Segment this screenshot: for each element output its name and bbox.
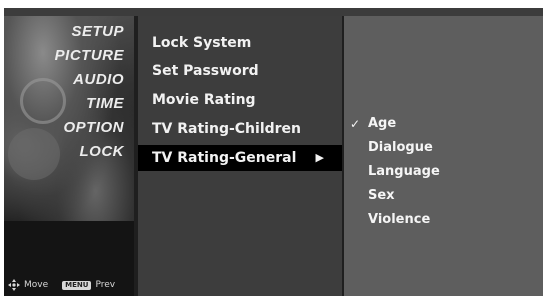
submenu-item-label: Movie Rating <box>152 92 256 108</box>
submenu-item-label: TV Rating-Children <box>152 121 302 137</box>
option-age[interactable]: ✓ Age <box>344 112 543 136</box>
menu-item-option[interactable]: OPTION <box>55 116 124 140</box>
submenu-item-tv-rating-children[interactable]: TV Rating-Children <box>138 116 342 142</box>
menu-key-icon: MENU <box>62 280 92 290</box>
move-hint-label: Move <box>24 280 49 290</box>
option-label: Violence <box>368 212 431 227</box>
main-menu: SETUP PICTURE AUDIO TIME OPTION LOCK Mov… <box>4 16 134 296</box>
option-label: Language <box>368 164 440 179</box>
navigation-hint: Move MENU Prev <box>8 278 134 292</box>
submenu-item-label: TV Rating-General <box>152 150 297 166</box>
menu-item-setup[interactable]: SETUP <box>55 20 124 44</box>
submenu-item-tv-rating-general[interactable]: TV Rating-General ▶ <box>138 145 342 171</box>
option-dialogue[interactable]: Dialogue <box>344 136 543 160</box>
prev-hint-label: Prev <box>95 280 116 290</box>
submenu-item-movie-rating[interactable]: Movie Rating <box>138 87 342 113</box>
check-icon: ✓ <box>350 117 361 131</box>
option-sex[interactable]: Sex <box>344 184 543 208</box>
option-label: Age <box>368 116 397 131</box>
menu-item-lock[interactable]: LOCK <box>55 140 124 164</box>
triangle-right-icon: ▶ <box>315 151 324 164</box>
submenu-item-lock-system[interactable]: Lock System <box>138 30 342 56</box>
option-violence[interactable]: Violence <box>344 208 543 232</box>
submenu-item-label: Set Password <box>152 63 259 79</box>
tv-rating-general-options: ✓ Age Dialogue Language Sex Violence <box>344 16 543 296</box>
lock-submenu: Lock System Set Password Movie Rating TV… <box>138 16 342 296</box>
submenu-item-set-password[interactable]: Set Password <box>138 58 342 84</box>
tv-osd-screen: SETUP PICTURE AUDIO TIME OPTION LOCK Mov… <box>0 0 547 296</box>
option-label: Sex <box>368 188 395 203</box>
main-menu-list: SETUP PICTURE AUDIO TIME OPTION LOCK <box>55 20 124 164</box>
option-language[interactable]: Language <box>344 160 543 184</box>
menu-item-audio[interactable]: AUDIO <box>55 68 124 92</box>
menu-item-picture[interactable]: PICTURE <box>55 44 124 68</box>
menu-item-time[interactable]: TIME <box>55 92 124 116</box>
top-bar <box>4 8 543 16</box>
option-label: Dialogue <box>368 140 433 155</box>
four-way-arrow-icon <box>8 279 20 291</box>
submenu-item-label: Lock System <box>152 35 252 51</box>
decorative-disc <box>8 128 60 180</box>
